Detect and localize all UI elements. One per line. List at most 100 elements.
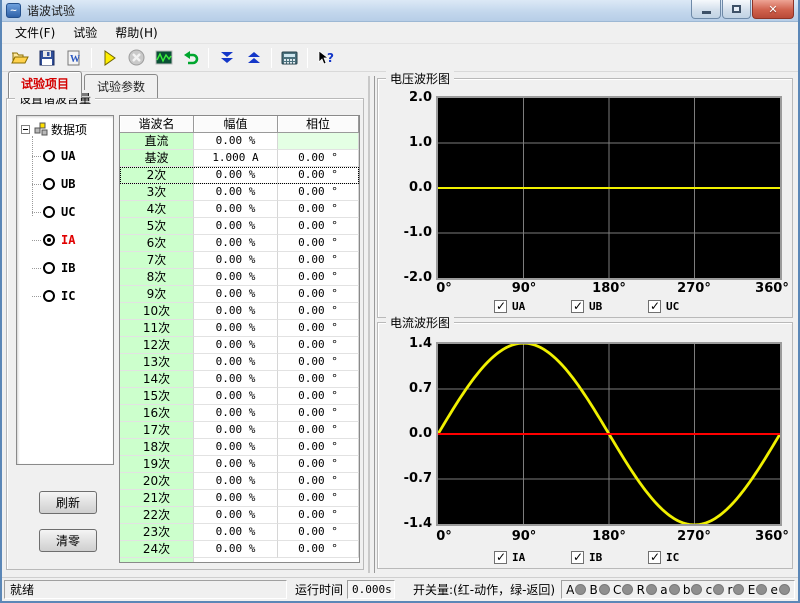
- table-header: 谐波名 幅值 相位: [120, 116, 359, 133]
- channel-radio-item[interactable]: UC: [17, 198, 113, 226]
- table-row[interactable]: 10次 0.00 % 0.00 °: [120, 303, 359, 320]
- channel-radio-item[interactable]: UB: [17, 170, 113, 198]
- channel-checkbox[interactable]: UB: [571, 300, 648, 313]
- arrow-up-icon: [246, 50, 262, 65]
- table-row[interactable]: 20次 0.00 % 0.00 °: [120, 473, 359, 490]
- maximize-button[interactable]: [722, 0, 751, 19]
- table-row[interactable]: 2次 0.00 % 0.00 °: [120, 167, 359, 184]
- table-row[interactable]: 7次 0.00 % 0.00 °: [120, 252, 359, 269]
- table-row[interactable]: 直流 0.00 %: [120, 133, 359, 150]
- channel-checkbox[interactable]: UA: [494, 300, 571, 313]
- y-tick-label: -0.7: [386, 471, 432, 486]
- table-row[interactable]: 23次 0.00 % 0.00 °: [120, 524, 359, 541]
- title-bar[interactable]: ~ 谐波试验 ✕: [0, 0, 800, 22]
- table-row[interactable]: 17次 0.00 % 0.00 °: [120, 422, 359, 439]
- table-row[interactable]: 基波 1.000 A 0.00 °: [120, 150, 359, 167]
- calculator-icon: [281, 51, 298, 65]
- checkbox-icon[interactable]: [648, 300, 661, 313]
- run-button[interactable]: [96, 45, 123, 70]
- radio-icon[interactable]: [43, 262, 55, 274]
- stop-icon: [128, 49, 145, 66]
- table-row[interactable]: 9次 0.00 % 0.00 °: [120, 286, 359, 303]
- table-row[interactable]: 3次 0.00 % 0.00 °: [120, 184, 359, 201]
- table-row[interactable]: 8次 0.00 % 0.00 °: [120, 269, 359, 286]
- column-header-phase[interactable]: 相位: [278, 116, 359, 133]
- checkbox-icon[interactable]: [648, 551, 661, 564]
- radio-icon[interactable]: [43, 150, 55, 162]
- table-row[interactable]: 6次 0.00 % 0.00 °: [120, 235, 359, 252]
- switch-indicator: a: [660, 583, 679, 597]
- tab[interactable]: 试验参数: [84, 74, 158, 99]
- svg-text:W: W: [70, 54, 80, 65]
- table-row[interactable]: 15次 0.00 % 0.00 °: [120, 388, 359, 405]
- save-button[interactable]: [33, 45, 60, 70]
- open-icon: [11, 50, 29, 66]
- stop-button[interactable]: [123, 45, 150, 70]
- radio-icon[interactable]: [43, 234, 55, 246]
- svg-text:?: ?: [327, 51, 334, 65]
- tab[interactable]: 试验项目: [8, 71, 82, 98]
- checkbox-icon[interactable]: [494, 551, 507, 564]
- save-icon: [39, 50, 55, 66]
- radio-icon[interactable]: [43, 178, 55, 190]
- y-tick-label: 0.7: [386, 381, 432, 396]
- column-header-amplitude[interactable]: 幅值: [194, 116, 278, 133]
- table-row[interactable]: 12次 0.00 % 0.00 °: [120, 337, 359, 354]
- y-tick-label: -1.0: [386, 225, 432, 240]
- current-waveform-plot: [438, 344, 780, 524]
- table-row[interactable]: 13次 0.00 % 0.00 °: [120, 354, 359, 371]
- tree-root-label: 数据项: [51, 121, 87, 138]
- checkbox-icon[interactable]: [571, 300, 584, 313]
- menu-item[interactable]: 试验: [64, 22, 106, 43]
- table-row[interactable]: 4次 0.00 % 0.00 °: [120, 201, 359, 218]
- channel-checkbox[interactable]: IC: [648, 551, 725, 564]
- panel-splitter[interactable]: [368, 76, 375, 573]
- table-row[interactable]: 16次 0.00 % 0.00 °: [120, 405, 359, 422]
- calculator-button[interactable]: [276, 45, 303, 70]
- channel-radio-item[interactable]: IB: [17, 254, 113, 282]
- indicator-lamp-icon: [669, 584, 680, 595]
- channel-checkbox[interactable]: UC: [648, 300, 725, 313]
- close-button[interactable]: ✕: [752, 0, 794, 19]
- channel-radio-item[interactable]: IC: [17, 282, 113, 310]
- waveform-view-button[interactable]: [150, 45, 177, 70]
- x-tick-label: 180°: [592, 281, 626, 296]
- toolbar-separator: [91, 48, 92, 68]
- channel-radio-item[interactable]: IA: [17, 226, 113, 254]
- context-help-button[interactable]: ?: [312, 45, 339, 70]
- checkbox-icon[interactable]: [494, 300, 507, 313]
- radio-icon[interactable]: [43, 206, 55, 218]
- switch-indicator: B: [590, 583, 610, 597]
- table-row[interactable]: 14次 0.00 % 0.00 °: [120, 371, 359, 388]
- table-row[interactable]: 11次 0.00 % 0.00 °: [120, 320, 359, 337]
- x-tick-label: 0°: [436, 529, 452, 544]
- channel-checkbox[interactable]: IB: [571, 551, 648, 564]
- refresh-button[interactable]: 刷新: [39, 491, 97, 514]
- table-row[interactable]: 19次 0.00 % 0.00 °: [120, 456, 359, 473]
- indicator-lamp-icon: [622, 584, 633, 595]
- lower-button[interactable]: [213, 45, 240, 70]
- table-row[interactable]: 21次 0.00 % 0.00 °: [120, 490, 359, 507]
- raise-button[interactable]: [240, 45, 267, 70]
- checkbox-icon[interactable]: [571, 551, 584, 564]
- menu-item[interactable]: 帮助(H): [106, 22, 166, 43]
- table-row[interactable]: 24次 0.00 % 0.00 °: [120, 541, 359, 558]
- channel-checkbox[interactable]: IA: [494, 551, 571, 564]
- export-word-button[interactable]: W: [60, 45, 87, 70]
- collapse-icon[interactable]: [21, 125, 30, 134]
- menu-item[interactable]: 文件(F): [6, 22, 64, 43]
- table-row[interactable]: 5次 0.00 % 0.00 °: [120, 218, 359, 235]
- return-button[interactable]: [177, 45, 204, 70]
- x-tick-label: 90°: [512, 281, 537, 296]
- column-header-name[interactable]: 谐波名: [120, 116, 194, 133]
- minimize-button[interactable]: [691, 0, 721, 19]
- clear-button[interactable]: 清零: [39, 529, 97, 552]
- channel-radio-item[interactable]: UA: [17, 142, 113, 170]
- open-button[interactable]: [6, 45, 33, 70]
- switch-indicator: b: [683, 583, 703, 597]
- radio-icon[interactable]: [43, 290, 55, 302]
- y-tick-label: 1.4: [386, 336, 432, 351]
- table-row[interactable]: 22次 0.00 % 0.00 °: [120, 507, 359, 524]
- table-row[interactable]: 18次 0.00 % 0.00 °: [120, 439, 359, 456]
- switch-indicator: E: [748, 583, 768, 597]
